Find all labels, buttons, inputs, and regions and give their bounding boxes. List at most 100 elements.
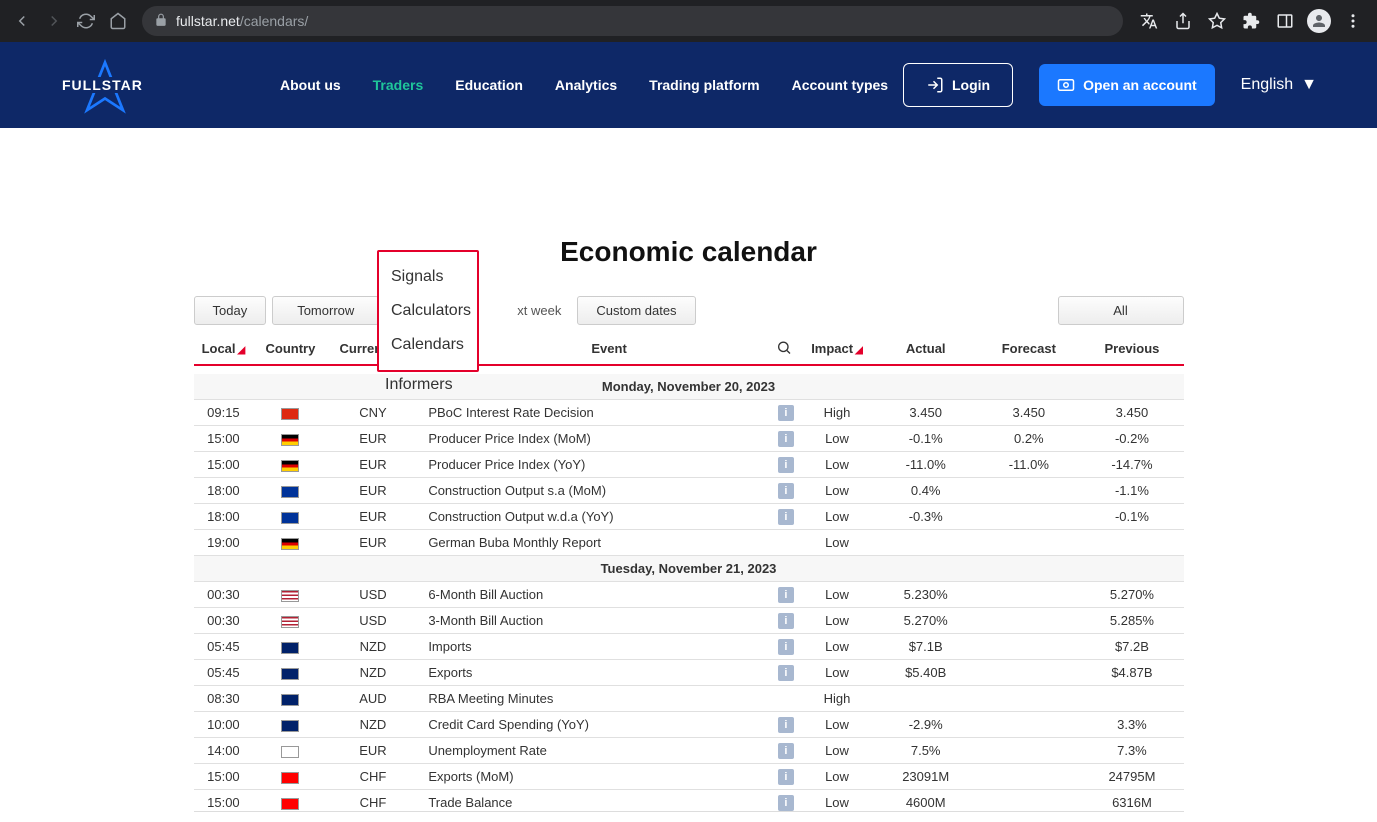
flag-icon xyxy=(281,408,299,420)
home-button[interactable] xyxy=(104,7,132,35)
table-row[interactable]: 05:45NZDImportsiLow$7.1B$7.2B xyxy=(194,634,1184,660)
panel-icon[interactable] xyxy=(1269,5,1301,37)
share-icon[interactable] xyxy=(1167,5,1199,37)
dropdown-informers[interactable]: Informers xyxy=(385,376,453,394)
logo[interactable]: FULLSTAR xyxy=(60,55,150,115)
cell-actual xyxy=(874,686,977,712)
cell-previous: 6316M xyxy=(1080,790,1183,813)
col-country[interactable]: Country xyxy=(253,333,327,365)
info-icon[interactable]: i xyxy=(778,795,794,811)
table-row[interactable]: 18:00EURConstruction Output s.a (MoM)iLo… xyxy=(194,478,1184,504)
table-row[interactable]: 10:00NZDCredit Card Spending (YoY)iLow-2… xyxy=(194,712,1184,738)
page-title: Economic calendar xyxy=(0,236,1377,268)
open-account-label: Open an account xyxy=(1083,77,1197,93)
table-row[interactable]: 00:30USD3-Month Bill AuctioniLow5.270%5.… xyxy=(194,608,1184,634)
dropdown-signals[interactable]: Signals xyxy=(379,260,477,294)
info-icon[interactable]: i xyxy=(778,769,794,785)
table-row[interactable]: 15:00CHFExports (MoM)iLow23091M24795M xyxy=(194,764,1184,790)
cell-actual: 5.270% xyxy=(874,608,977,634)
info-icon[interactable]: i xyxy=(778,431,794,447)
flag-icon xyxy=(281,694,299,706)
table-row[interactable]: 18:00EURConstruction Output w.d.a (YoY)i… xyxy=(194,504,1184,530)
menu-dots-icon[interactable] xyxy=(1337,5,1369,37)
table-row[interactable]: 15:00CHFTrade BalanceiLow4600M6316M xyxy=(194,790,1184,813)
flag-icon xyxy=(281,642,299,654)
cell-event: Construction Output w.d.a (YoY)i xyxy=(418,504,800,530)
cell-time: 15:00 xyxy=(194,426,254,452)
col-previous[interactable]: Previous xyxy=(1080,333,1183,365)
nav-trading-platform[interactable]: Trading platform xyxy=(649,77,759,93)
cell-impact: Low xyxy=(800,504,874,530)
nav-account-types[interactable]: Account types xyxy=(792,77,888,93)
address-bar[interactable]: fullstar.net/calendars/ xyxy=(142,6,1123,36)
tab-custom[interactable]: Custom dates xyxy=(577,296,695,325)
cell-country xyxy=(253,608,327,634)
cell-time: 15:00 xyxy=(194,764,254,790)
dropdown-calendars[interactable]: Calendars xyxy=(379,328,477,362)
bookmark-star-icon[interactable] xyxy=(1201,5,1233,37)
table-row[interactable]: 08:30AUDRBA Meeting MinutesHigh xyxy=(194,686,1184,712)
table-row[interactable]: 00:30USD6-Month Bill AuctioniLow5.230%5.… xyxy=(194,582,1184,608)
cell-forecast xyxy=(977,686,1080,712)
info-icon[interactable]: i xyxy=(778,587,794,603)
language-selector[interactable]: English ▼ xyxy=(1241,76,1317,94)
col-local[interactable]: Local◢ xyxy=(194,333,254,365)
nav-about-us[interactable]: About us xyxy=(280,77,341,93)
forward-button[interactable] xyxy=(40,7,68,35)
col-impact[interactable]: Impact◢ xyxy=(800,333,874,365)
cell-country xyxy=(253,582,327,608)
table-row[interactable]: 15:00EURProducer Price Index (MoM)iLow-0… xyxy=(194,426,1184,452)
open-account-button[interactable]: Open an account xyxy=(1039,64,1215,106)
table-row[interactable]: 15:00EURProducer Price Index (YoY)iLow-1… xyxy=(194,452,1184,478)
table-row[interactable]: 05:45NZDExportsiLow$5.40B$4.87B xyxy=(194,660,1184,686)
login-button[interactable]: Login xyxy=(903,63,1013,107)
cell-time: 10:00 xyxy=(194,712,254,738)
profile-avatar[interactable] xyxy=(1303,5,1335,37)
cell-previous: 3.450 xyxy=(1080,400,1183,426)
nav-traders[interactable]: Traders xyxy=(373,77,424,93)
cell-event: Producer Price Index (MoM)i xyxy=(418,426,800,452)
info-icon[interactable]: i xyxy=(778,509,794,525)
search-icon[interactable] xyxy=(776,339,792,358)
dropdown-calculators[interactable]: Calculators xyxy=(379,294,477,328)
tab-all[interactable]: All xyxy=(1058,296,1184,325)
flag-icon xyxy=(281,538,299,550)
cell-currency: AUD xyxy=(328,686,419,712)
cell-actual: -11.0% xyxy=(874,452,977,478)
back-button[interactable] xyxy=(8,7,36,35)
cell-impact: Low xyxy=(800,738,874,764)
cell-forecast xyxy=(977,582,1080,608)
info-icon[interactable]: i xyxy=(778,483,794,499)
cell-previous xyxy=(1080,686,1183,712)
calendar-scroll-area[interactable]: Monday, November 20, 202309:15CNYPBoC In… xyxy=(194,366,1184,812)
tab-nextweek-fragment[interactable]: xt week xyxy=(517,303,561,318)
table-row[interactable]: 09:15CNYPBoC Interest Rate DecisioniHigh… xyxy=(194,400,1184,426)
info-icon[interactable]: i xyxy=(778,405,794,421)
info-icon[interactable]: i xyxy=(778,665,794,681)
info-icon[interactable]: i xyxy=(778,613,794,629)
info-icon[interactable]: i xyxy=(778,639,794,655)
tab-tomorrow[interactable]: Tomorrow xyxy=(272,296,379,325)
cell-forecast xyxy=(977,764,1080,790)
translate-icon[interactable] xyxy=(1133,5,1165,37)
cell-time: 14:00 xyxy=(194,738,254,764)
reload-button[interactable] xyxy=(72,7,100,35)
info-icon[interactable]: i xyxy=(778,717,794,733)
cell-event: Construction Output s.a (MoM)i xyxy=(418,478,800,504)
table-row[interactable]: 14:00EURUnemployment RateiLow7.5%7.3% xyxy=(194,738,1184,764)
cell-currency: EUR xyxy=(328,738,419,764)
extensions-icon[interactable] xyxy=(1235,5,1267,37)
cell-event: Trade Balancei xyxy=(418,790,800,813)
flag-icon xyxy=(281,590,299,602)
info-icon[interactable]: i xyxy=(778,457,794,473)
language-label: English xyxy=(1241,76,1293,94)
nav-education[interactable]: Education xyxy=(455,77,523,93)
col-actual[interactable]: Actual xyxy=(874,333,977,365)
cell-impact: Low xyxy=(800,452,874,478)
col-forecast[interactable]: Forecast xyxy=(977,333,1080,365)
table-row[interactable]: 19:00EURGerman Buba Monthly ReportLow xyxy=(194,530,1184,556)
tab-today[interactable]: Today xyxy=(194,296,267,325)
info-icon[interactable]: i xyxy=(778,743,794,759)
cell-previous: 3.3% xyxy=(1080,712,1183,738)
nav-analytics[interactable]: Analytics xyxy=(555,77,617,93)
